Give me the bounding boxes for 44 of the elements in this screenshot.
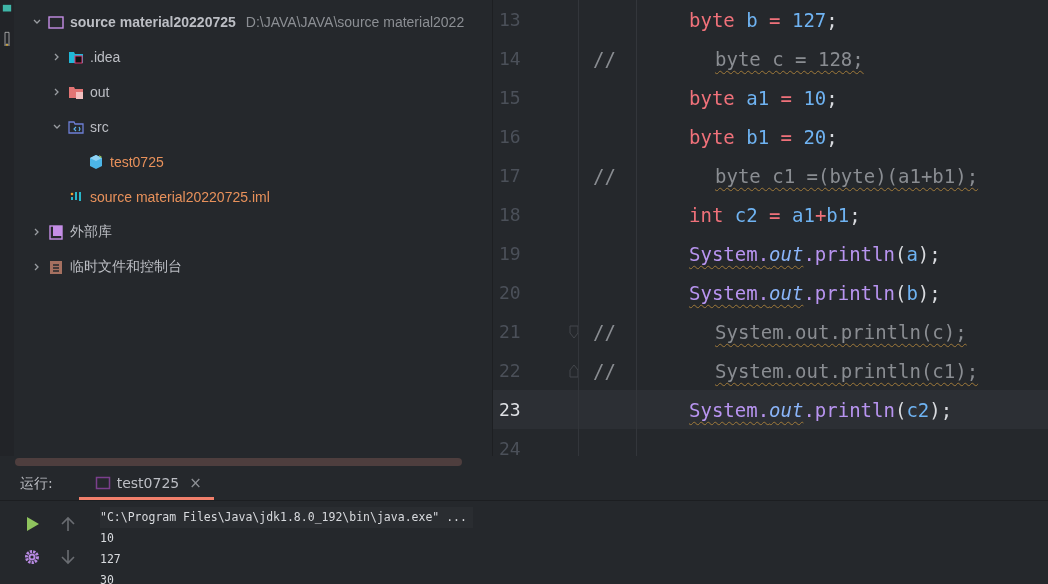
code-line: int c2 = a1+b1; [689, 203, 861, 226]
console-output: "C:\Program Files\Java\jdk1.8.0_192\bin\java.exe" ... [100, 507, 473, 528]
tree-item[interactable]: out [90, 83, 110, 100]
tree-item[interactable]: .idea [90, 48, 121, 65]
library-icon [48, 223, 64, 240]
up-arrow-icon[interactable] [60, 514, 76, 533]
comment-mark: // [592, 47, 617, 70]
run-icon[interactable] [24, 514, 40, 533]
close-button[interactable]: × [189, 473, 202, 492]
class-icon [88, 153, 104, 170]
code-line: byte c = 128; [715, 47, 864, 70]
tree-item[interactable]: source material20220725 [70, 13, 236, 30]
tree-item[interactable]: src [90, 118, 109, 135]
window-icon [94, 474, 111, 491]
tree-item[interactable]: 外部库 [70, 222, 112, 241]
comment-mark: // [592, 359, 617, 382]
run-label: 运行: [20, 475, 53, 493]
code-line: System.out.println(a); [689, 242, 941, 265]
down-arrow-icon[interactable] [60, 547, 76, 566]
scrollbar-thumb[interactable] [15, 458, 462, 466]
path-text: D:\JAVA\JAVA\source material2022 [245, 13, 465, 30]
code-line: System.out.println(c2); [689, 398, 953, 421]
code-line: byte b = 127; [689, 8, 838, 31]
console-output: 10 [100, 530, 115, 547]
folder-icon [48, 13, 64, 30]
comment-mark: // [592, 164, 617, 187]
code-line: System.out.println(c1); [715, 359, 979, 382]
code-line: byte c1 =(byte)(a1+b1); [715, 164, 979, 187]
tree-item[interactable]: 临时文件和控制台 [70, 257, 182, 276]
code-line: byte a1 = 10; [689, 86, 838, 109]
console-output: 127 [100, 551, 122, 568]
project-icon[interactable] [2, 4, 12, 14]
tree-item[interactable]: test0725 [110, 153, 164, 170]
source-folder-icon [68, 118, 84, 135]
code-line: System.out.println(c); [715, 320, 967, 343]
comment-mark: // [592, 320, 617, 343]
console-output: 30 [100, 572, 115, 584]
list-icon [48, 258, 64, 275]
line-number: 23 [498, 399, 522, 420]
code-line: System.out.println(b); [689, 281, 941, 304]
tree-item[interactable]: source material20220725.iml [90, 188, 270, 205]
settings-icon[interactable] [24, 547, 40, 566]
code-line: byte b1 = 20; [689, 125, 838, 148]
run-tab[interactable]: test0725 × [78, 468, 214, 500]
